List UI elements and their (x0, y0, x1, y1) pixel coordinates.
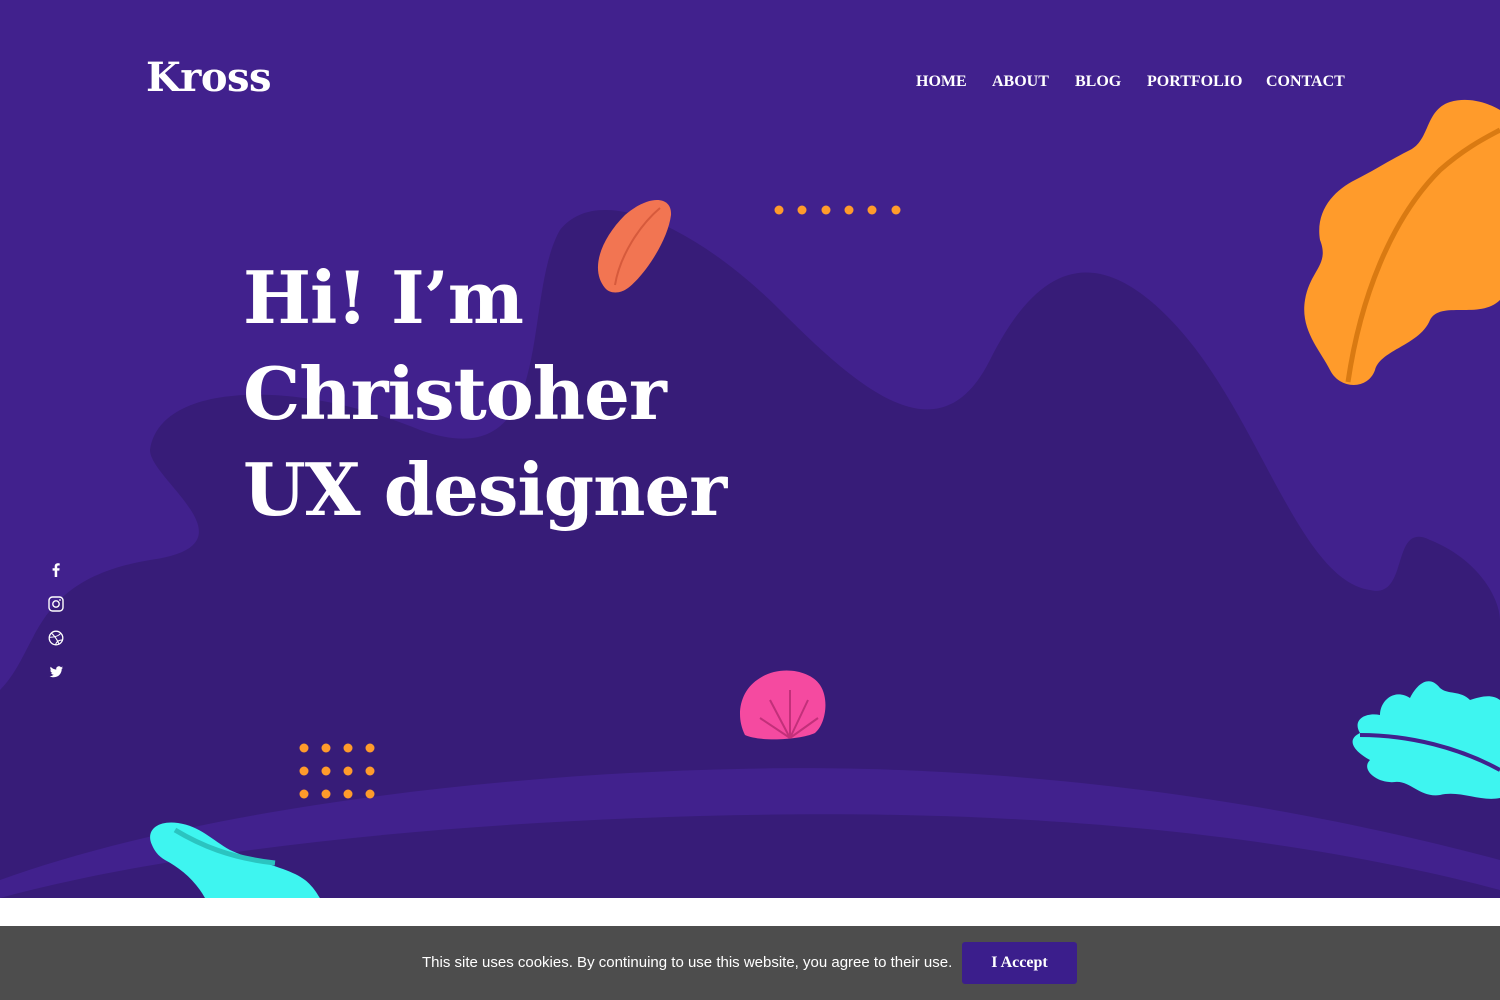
instagram-icon[interactable] (44, 592, 68, 616)
hero-illustration (0, 99, 1500, 898)
orange-leaf (1304, 99, 1500, 385)
nav-blog[interactable]: BLOG (1075, 70, 1121, 94)
nav-contact[interactable]: CONTACT (1266, 70, 1345, 94)
dribbble-icon[interactable] (44, 626, 68, 650)
hero-title-line-1: Hi! I’m (243, 255, 524, 340)
hero-title-line-3: UX designer (243, 447, 727, 532)
twitter-icon[interactable] (44, 660, 68, 684)
nav-about[interactable]: ABOUT (992, 70, 1049, 94)
hero-section: Kross HOME ABOUT BLOG PORTFOLIO CONTACT … (0, 0, 1500, 898)
nav-home[interactable]: HOME (916, 70, 967, 94)
main-nav: HOME ABOUT BLOG PORTFOLIO CONTACT (0, 70, 1500, 94)
hero-title: Hi! I’m Christoher UX designer (243, 250, 727, 538)
cookie-message: This site uses cookies. By continuing to… (422, 954, 953, 971)
cookie-banner: This site uses cookies. By continuing to… (0, 926, 1500, 1000)
cookie-accept-button[interactable]: I Accept (962, 942, 1077, 984)
nav-portfolio[interactable]: PORTFOLIO (1147, 70, 1242, 94)
dot-row (774, 205, 901, 215)
hero-title-line-2: Christoher (243, 351, 667, 436)
facebook-icon[interactable] (44, 558, 68, 582)
